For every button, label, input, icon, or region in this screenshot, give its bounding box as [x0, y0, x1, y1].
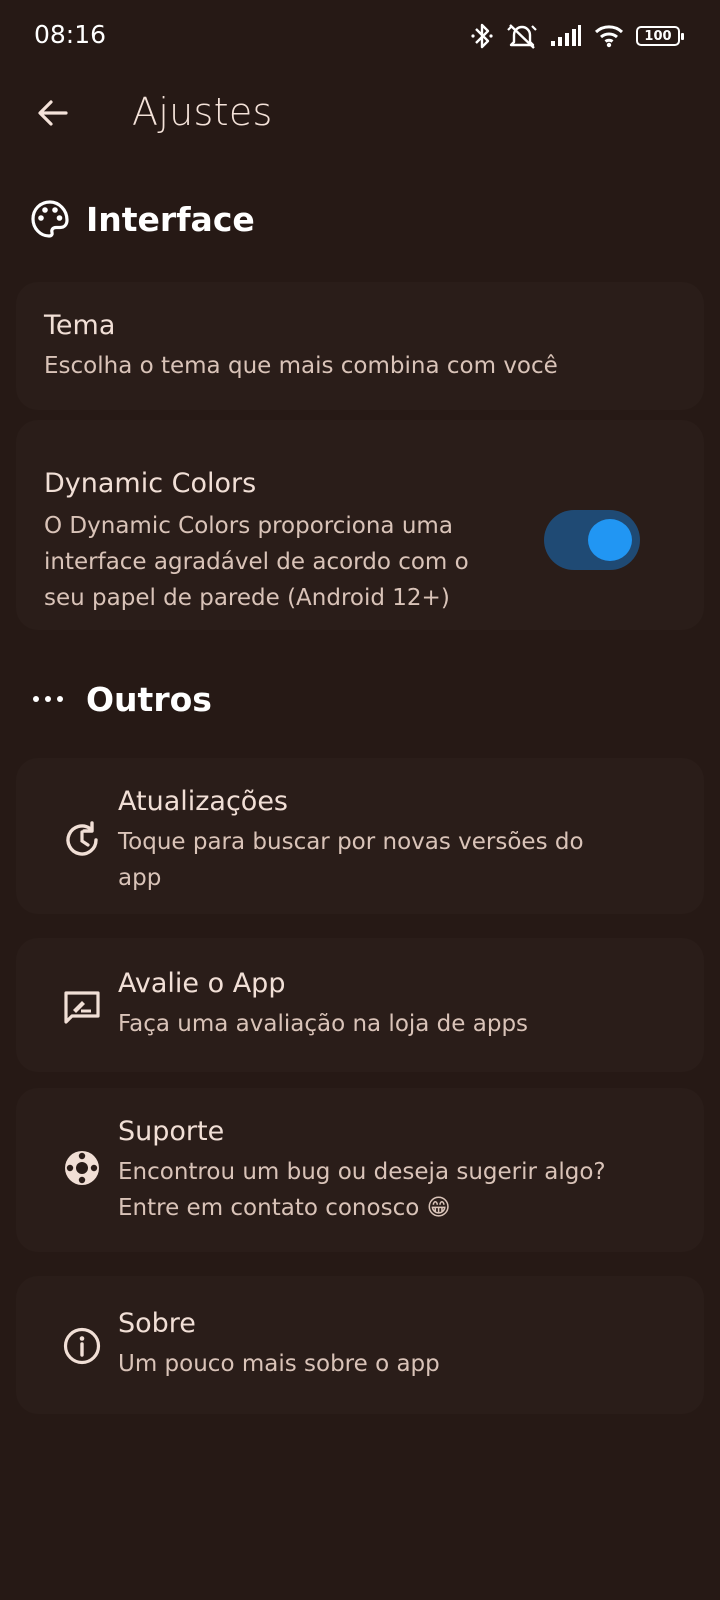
setting-subtitle-line: Toque para buscar por novas versões do — [118, 829, 584, 855]
battery-icon: 100 — [636, 26, 684, 46]
setting-subtitle-line: Faça uma avaliação na loja de apps — [118, 1011, 529, 1037]
info-icon — [62, 1326, 102, 1366]
app-bar: Ajustes — [0, 72, 720, 158]
setting-tema[interactable]: Tema Escolha o tema que mais combina com… — [16, 282, 704, 410]
setting-avalie[interactable]: Avalie o App Faça uma avaliação na loja … — [16, 938, 704, 1072]
setting-subtitle-line: seu papel de parede (Android 12+) — [44, 585, 450, 611]
setting-atualizacoes[interactable]: Atualizações Toque para buscar por novas… — [16, 758, 704, 914]
setting-title: Atualizações — [118, 786, 289, 817]
silent-icon — [506, 22, 538, 50]
setting-title: Dynamic Colors — [44, 468, 257, 499]
setting-subtitle-line: Entre em contato conosco 😁 — [118, 1195, 451, 1221]
status-bar: 08:16 100 — [0, 0, 720, 72]
rate-review-icon — [62, 988, 102, 1028]
status-icons: 100 — [470, 20, 684, 52]
setting-title: Suporte — [118, 1116, 225, 1147]
support-icon — [62, 1148, 102, 1188]
setting-title: Sobre — [118, 1308, 196, 1339]
bluetooth-icon — [470, 22, 494, 50]
section-header-outros: Outros — [30, 674, 212, 724]
palette-icon — [31, 200, 69, 238]
more-horizontal-icon — [33, 696, 63, 702]
setting-suporte[interactable]: Suporte Encontrou um bug ou deseja suger… — [16, 1088, 704, 1252]
update-icon — [62, 820, 102, 860]
wifi-icon — [594, 24, 624, 48]
status-time: 08:16 — [34, 20, 107, 49]
arrow-back-icon — [38, 100, 68, 126]
setting-title: Avalie o App — [118, 968, 286, 999]
section-title: Interface — [86, 199, 255, 239]
section-header-interface: Interface — [30, 194, 255, 244]
battery-level: 100 — [644, 28, 672, 44]
dynamic-colors-toggle[interactable] — [544, 510, 640, 570]
setting-subtitle-line: interface agradável de acordo com o — [44, 549, 469, 575]
setting-sobre[interactable]: Sobre Um pouco mais sobre o app — [16, 1276, 704, 1414]
back-button[interactable] — [30, 90, 76, 136]
section-title: Outros — [86, 679, 212, 719]
setting-subtitle: Escolha o tema que mais combina com você — [44, 353, 558, 379]
signal-icon — [550, 24, 582, 48]
toggle-knob — [588, 519, 632, 561]
setting-subtitle-line: Encontrou um bug ou deseja sugerir algo? — [118, 1159, 606, 1185]
setting-subtitle-line: O Dynamic Colors proporciona uma — [44, 513, 453, 539]
page-title: Ajustes — [132, 90, 273, 134]
setting-dynamic-colors[interactable]: Dynamic Colors O Dynamic Colors proporci… — [16, 420, 704, 630]
setting-subtitle-line: app — [118, 865, 162, 891]
setting-subtitle-line: Um pouco mais sobre o app — [118, 1351, 440, 1377]
setting-title: Tema — [44, 310, 116, 341]
